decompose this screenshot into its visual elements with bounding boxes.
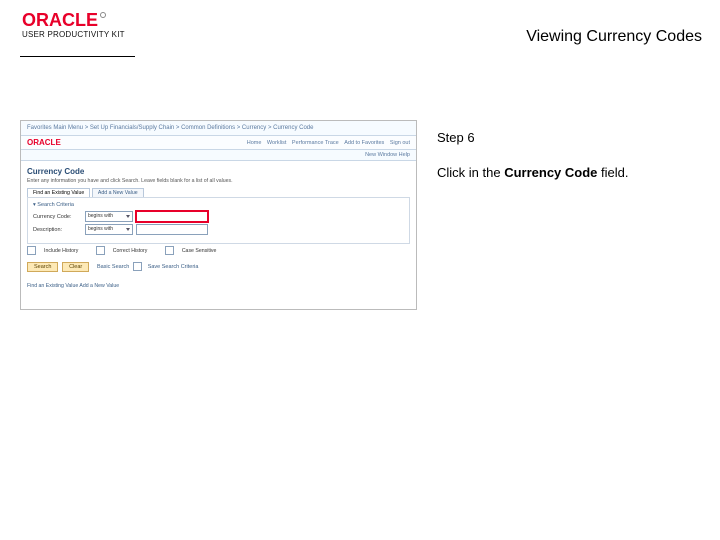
- app-screenshot: Favorites Main Menu > Set Up Financials/…: [20, 120, 417, 310]
- nav-worklist[interactable]: Worklist: [267, 140, 286, 146]
- chk-case-sensitive[interactable]: Case Sensitive: [165, 248, 225, 254]
- instruction-suffix: field.: [597, 165, 628, 180]
- label-description: Description:: [33, 227, 85, 233]
- save-icon: [133, 262, 142, 271]
- component-title: Currency Code: [21, 161, 416, 178]
- instruction-prefix: Click in the: [437, 165, 504, 180]
- nav-perf-trace[interactable]: Performance Trace: [292, 140, 339, 146]
- search-criteria-title[interactable]: ▾ Search Criteria: [33, 202, 404, 208]
- row-description: Description: begins with: [33, 224, 404, 235]
- checkbox-icon: [96, 246, 105, 255]
- top-nav: Home Worklist Performance Trace Add to F…: [243, 140, 410, 146]
- search-criteria-box: ▾ Search Criteria Currency Code: begins …: [27, 197, 410, 244]
- content-row: Favorites Main Menu > Set Up Financials/…: [20, 120, 700, 310]
- clear-button[interactable]: Clear: [62, 262, 89, 272]
- header: ORACLE USER PRODUCTIVITY KIT Viewing Cur…: [0, 0, 720, 56]
- instruction-panel: Step 6 Click in the Currency Code field.: [437, 120, 697, 182]
- tab-strip: Find an Existing Value Add a New Value: [21, 188, 416, 197]
- instruction-text: Click in the Currency Code field.: [437, 165, 697, 182]
- label-currency-code: Currency Code:: [33, 214, 85, 220]
- app-header-bar: ORACLE Home Worklist Performance Trace A…: [21, 136, 416, 150]
- save-search-link[interactable]: Save Search Criteria: [148, 264, 199, 270]
- search-button[interactable]: Search: [27, 262, 58, 272]
- page: ORACLE USER PRODUCTIVITY KIT Viewing Cur…: [0, 0, 720, 540]
- op-description[interactable]: begins with: [85, 224, 133, 235]
- page-title: Viewing Currency Codes: [526, 28, 702, 46]
- tab-add-new[interactable]: Add a New Value: [92, 188, 144, 197]
- instruction-bold: Currency Code: [504, 165, 597, 180]
- op-currency-code[interactable]: begins with: [85, 211, 133, 222]
- breadcrumb[interactable]: Favorites Main Menu > Set Up Financials/…: [21, 121, 416, 136]
- step-label: Step 6: [437, 130, 697, 145]
- action-row: Search Clear Basic Search Save Search Cr…: [21, 259, 416, 275]
- chk-correct-history[interactable]: Correct History: [96, 248, 156, 254]
- input-currency-code[interactable]: [136, 211, 208, 222]
- row-currency-code: Currency Code: begins with: [33, 211, 404, 222]
- brand-sub: USER PRODUCTIVITY KIT: [22, 30, 125, 39]
- util-bar[interactable]: New Window Help: [21, 150, 416, 161]
- checkbox-icon: [165, 246, 174, 255]
- app-brand: ORACLE: [27, 138, 61, 147]
- brand-logo: ORACLE USER PRODUCTIVITY KIT: [22, 10, 125, 39]
- nav-home[interactable]: Home: [247, 140, 262, 146]
- input-description[interactable]: [136, 224, 208, 235]
- option-checks: Include History Correct History Case Sen…: [21, 244, 416, 259]
- brand-dot: [100, 12, 106, 18]
- nav-signout[interactable]: Sign out: [390, 140, 410, 146]
- chk-include-history[interactable]: Include History: [27, 248, 86, 254]
- nav-add-fav[interactable]: Add to Favorites: [344, 140, 384, 146]
- footer-links[interactable]: Find an Existing Value Add a New Value: [21, 275, 416, 309]
- tab-find-existing[interactable]: Find an Existing Value: [27, 188, 90, 197]
- brand-underline: [20, 56, 135, 57]
- brand-main: ORACLE: [22, 10, 98, 30]
- basic-search-link[interactable]: Basic Search: [97, 264, 129, 270]
- checkbox-icon: [27, 246, 36, 255]
- component-help: Enter any information you have and click…: [21, 178, 416, 188]
